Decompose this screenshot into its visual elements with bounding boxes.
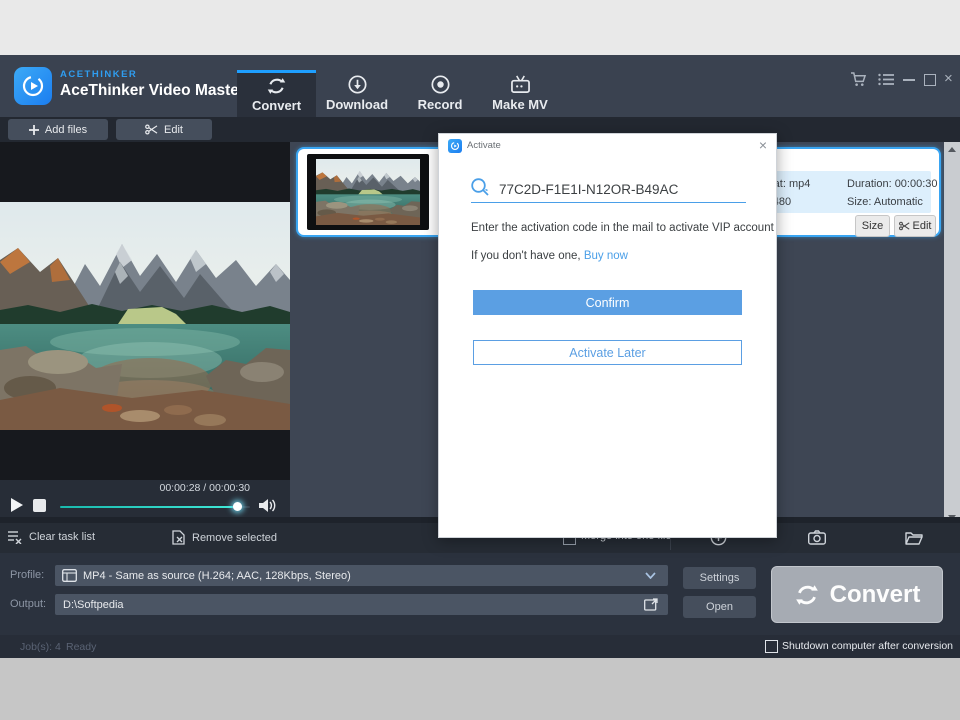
snapshot-camera-icon[interactable] <box>808 530 826 545</box>
open-button[interactable]: Open <box>683 596 756 618</box>
remove-selected-label: Remove selected <box>192 531 277 544</box>
open-folder-icon[interactable] <box>905 531 923 545</box>
size-button[interactable]: Size <box>855 215 890 237</box>
cart-icon[interactable] <box>850 72 867 87</box>
tab-make-mv[interactable]: Make MV <box>483 70 557 117</box>
add-files-button[interactable]: Add files <box>8 119 108 140</box>
settings-label: Settings <box>699 572 740 584</box>
shutdown-label: Shutdown computer after conversion <box>782 640 954 652</box>
seek-bar[interactable] <box>60 506 250 508</box>
size-button-label: Size <box>861 220 884 232</box>
menu-icon[interactable] <box>878 73 894 86</box>
clear-task-list-label: Clear task list <box>29 531 96 543</box>
chevron-down-icon <box>645 572 656 579</box>
screen: ACETHINKER AceThinker Video Master Conve… <box>0 0 960 720</box>
tab-convert[interactable]: Convert <box>237 70 316 117</box>
no-code-line: If you don't have one, Buy now <box>471 250 628 262</box>
task-scrollbar[interactable] <box>944 142 960 524</box>
profile-dropdown[interactable]: MP4 - Same as source (H.264; AAC, 128Kbp… <box>55 565 668 586</box>
close-window-icon[interactable]: × <box>944 71 953 86</box>
activation-code-input[interactable] <box>497 176 751 202</box>
record-icon <box>430 75 450 94</box>
volume-icon[interactable] <box>259 498 277 513</box>
dialog-logo-icon <box>448 139 462 153</box>
output-path-field[interactable]: D:\Softpedia <box>55 594 668 615</box>
row-edit-button[interactable]: Edit <box>894 215 936 237</box>
buy-now-link[interactable]: Buy now <box>584 250 628 262</box>
activation-search-icon <box>470 177 491 198</box>
time-display: 00:00:28 / 00:00:30 <box>159 482 251 494</box>
file-size: Size: Automatic <box>847 196 923 208</box>
activate-later-label: Activate Later <box>569 345 646 360</box>
tab-record-label: Record <box>417 97 463 112</box>
dialog-instruction: Enter the activation code in the mail to… <box>471 222 774 234</box>
convert-button-label: Convert <box>829 580 921 608</box>
scissors-icon <box>898 221 910 231</box>
row-edit-label: Edit <box>912 220 932 232</box>
remove-selected-button[interactable]: Remove selected <box>172 530 277 545</box>
minimize-icon[interactable] <box>903 79 915 81</box>
dialog-title: Activate <box>467 140 501 151</box>
activate-dialog: Activate × Enter the activation code in … <box>438 133 777 538</box>
output-label: Output: <box>10 598 47 610</box>
tv-icon <box>510 75 530 93</box>
tab-download[interactable]: Download <box>317 70 397 117</box>
activate-later-button[interactable]: Activate Later <box>473 340 742 365</box>
scroll-up-icon[interactable] <box>944 142 960 156</box>
edit-label: Edit <box>164 123 183 136</box>
clear-list-icon <box>8 531 22 544</box>
confirm-button[interactable]: Confirm <box>473 290 742 315</box>
tab-record[interactable]: Record <box>397 70 483 117</box>
scissors-icon <box>145 124 158 135</box>
tab-download-label: Download <box>325 97 389 112</box>
remove-file-icon <box>172 530 185 545</box>
shutdown-checkbox[interactable] <box>765 640 778 653</box>
output-path-value: D:\Softpedia <box>63 598 124 611</box>
clear-task-list-button[interactable]: Clear task list <box>8 530 95 544</box>
profile-label: Profile: <box>10 569 45 581</box>
edit-button[interactable]: Edit <box>116 119 212 140</box>
convert-icon <box>795 584 818 605</box>
plus-icon <box>28 124 39 135</box>
maximize-icon[interactable] <box>924 74 936 86</box>
browse-icon <box>644 598 658 611</box>
no-code-text: If you don't have one, <box>471 250 581 262</box>
play-button[interactable] <box>11 498 23 512</box>
desktop-margin-top <box>0 0 960 55</box>
tab-make-mv-label: Make MV <box>492 97 548 112</box>
settings-button[interactable]: Settings <box>683 567 756 589</box>
app-logo-icon <box>14 67 52 105</box>
dialog-close-icon[interactable]: × <box>759 137 767 153</box>
tab-convert-label: Convert <box>251 98 302 113</box>
file-duration: Duration: 00:00:30 <box>847 178 938 190</box>
brand-small: ACETHINKER <box>60 69 138 80</box>
seek-handle[interactable] <box>233 502 242 511</box>
app-title: AceThinker Video Master <box>60 82 245 99</box>
convert-button[interactable]: Convert <box>771 566 943 623</box>
video-frame <box>0 202 290 430</box>
convert-icon <box>267 78 286 94</box>
confirm-label: Confirm <box>585 295 630 310</box>
status-text: Ready <box>66 641 97 653</box>
desktop-margin-bottom <box>0 658 960 720</box>
profile-value: MP4 - Same as source (H.264; AAC, 128Kbp… <box>83 569 351 582</box>
jobs-count: Job(s): 4 <box>20 641 61 653</box>
profile-format-icon <box>62 569 77 582</box>
stop-button[interactable] <box>33 499 46 512</box>
input-underline <box>471 202 746 203</box>
download-icon <box>347 75 367 94</box>
video-thumbnail <box>307 154 429 230</box>
open-label: Open <box>706 601 733 613</box>
add-files-label: Add files <box>44 123 88 136</box>
